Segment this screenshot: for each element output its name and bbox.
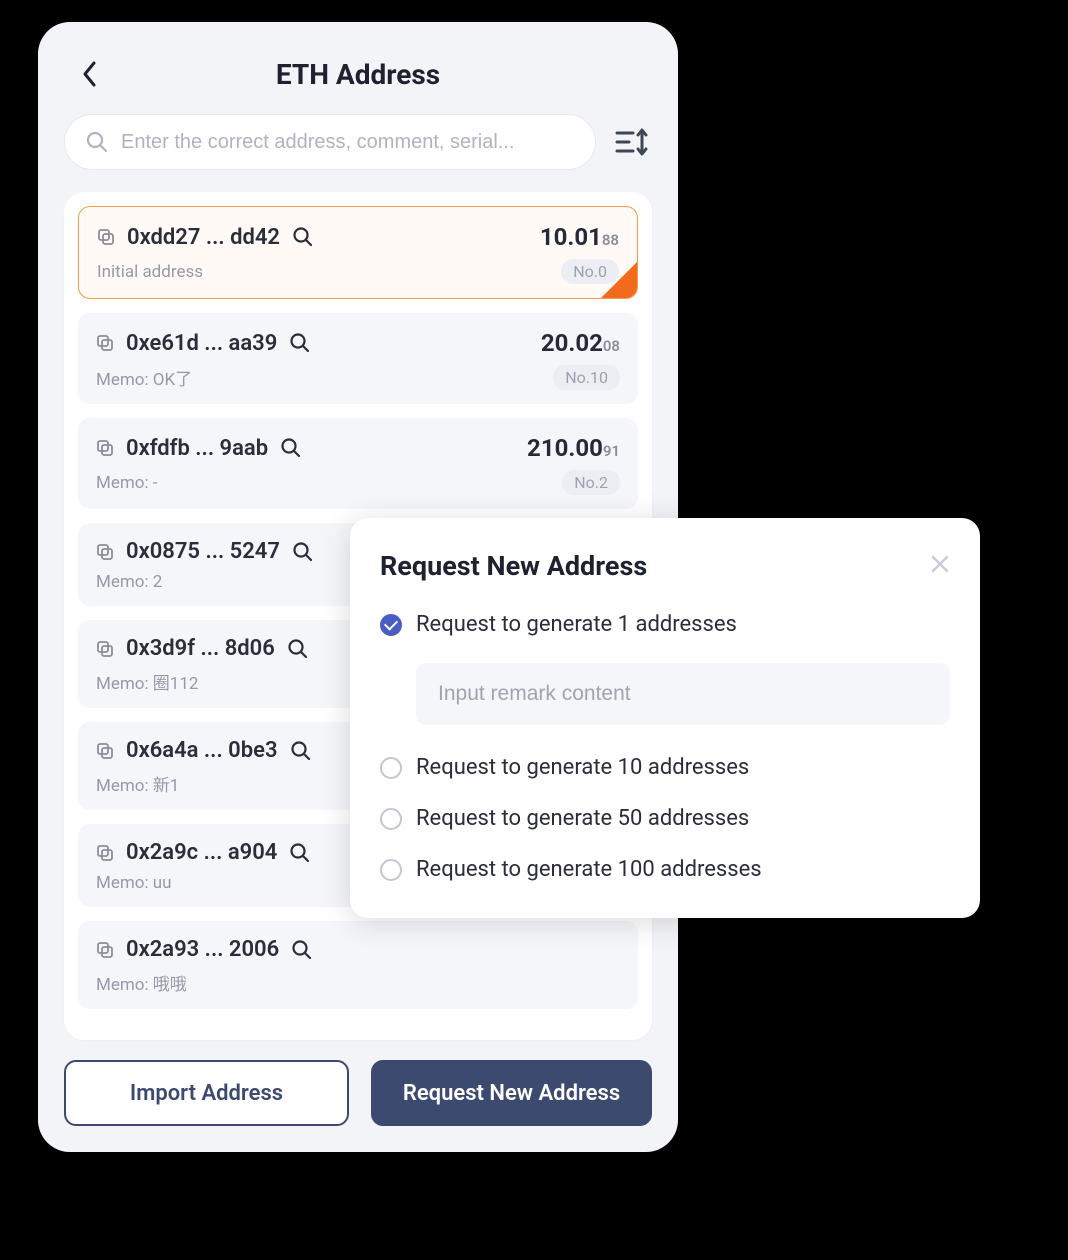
search-box[interactable] [64,114,596,170]
memo-text: Memo: uu [96,873,172,893]
generate-option[interactable]: Request to generate 10 addresses [380,755,950,780]
balance-main: 10.01 [540,223,602,251]
copy-icon [96,334,114,352]
memo-text: Memo: 哦哦 [96,970,187,995]
serial-badge: No.10 [553,365,620,390]
page-title: ETH Address [276,58,440,91]
copy-icon [96,543,114,561]
address-text: 0xe61d ... aa39 [126,331,277,356]
modal-option-list: Request to generate 1 addresses Request t… [380,612,950,882]
radio-unchecked-icon [380,757,402,779]
remark-input[interactable] [438,682,928,706]
close-icon [930,554,950,574]
magnify-icon [289,842,311,864]
request-new-address-modal: Request New Address Request to generate … [350,518,980,918]
address-text: 0x3d9f ... 8d06 [126,636,275,661]
request-new-address-button[interactable]: Request New Address [371,1060,652,1126]
radio-unchecked-icon [380,859,402,881]
copy-icon [96,844,114,862]
modal-close-button[interactable] [930,553,950,579]
header: ETH Address [64,50,652,98]
magnify-icon [280,437,302,459]
copy-icon [96,742,114,760]
address-text: 0x2a93 ... 2006 [126,937,279,962]
magnify-icon [290,740,312,762]
copy-button[interactable] [96,439,114,457]
memo-text: Memo: 圈112 [96,669,198,694]
balance: 210.0091 [527,434,620,462]
inspect-button[interactable] [287,638,309,660]
balance-main: 210.00 [527,434,603,462]
balance-sub: 91 [603,442,620,460]
memo-text: Initial address [97,262,203,282]
address-text: 0xdd27 ... dd42 [127,225,280,250]
radio-checked-icon [380,614,402,636]
balance: 10.0188 [540,223,619,251]
inspect-button[interactable] [289,332,311,354]
address-item[interactable]: 0xe61d ... aa39 20.0208 Memo: OK了 No.10 [78,313,638,404]
address-text: 0xfdfb ... 9aab [126,436,268,461]
chevron-left-icon [82,61,98,87]
magnify-icon [289,332,311,354]
footer-actions: Import Address Request New Address [64,1060,652,1126]
option-label: Request to generate 1 addresses [416,612,737,637]
remark-input-container [416,663,950,725]
search-input[interactable] [121,131,575,154]
inspect-button[interactable] [290,740,312,762]
copy-button[interactable] [97,228,115,246]
generate-option[interactable]: Request to generate 100 addresses [380,857,950,882]
copy-button[interactable] [96,742,114,760]
generate-option[interactable]: Request to generate 1 addresses [380,612,950,637]
inspect-button[interactable] [289,842,311,864]
balance-sub: 08 [603,337,620,355]
balance-sub: 88 [602,231,619,249]
memo-text: Memo: - [96,473,158,493]
memo-text: Memo: 2 [96,572,162,592]
copy-icon [96,941,114,959]
selected-indicator [601,262,637,298]
sort-icon [615,127,649,157]
modal-header: Request New Address [380,550,950,582]
address-item[interactable]: 0xfdfb ... 9aab 210.0091 Memo: - No.2 [78,418,638,509]
inspect-button[interactable] [292,541,314,563]
inspect-button[interactable] [291,939,313,961]
search-row [64,114,652,170]
address-text: 0x6a4a ... 0be3 [126,738,278,763]
balance: 20.0208 [541,329,620,357]
back-button[interactable] [76,60,104,88]
inspect-button[interactable] [280,437,302,459]
copy-button[interactable] [96,334,114,352]
magnify-icon [287,638,309,660]
option-label: Request to generate 50 addresses [416,806,749,831]
serial-badge: No.2 [562,470,620,495]
modal-title: Request New Address [380,550,647,582]
address-text: 0x2a9c ... a904 [126,840,277,865]
magnify-icon [292,226,314,248]
magnify-icon [291,939,313,961]
copy-button[interactable] [96,844,114,862]
import-address-button[interactable]: Import Address [64,1060,349,1126]
radio-unchecked-icon [380,808,402,830]
copy-button[interactable] [96,941,114,959]
copy-icon [96,439,114,457]
copy-icon [97,228,115,246]
inspect-button[interactable] [292,226,314,248]
memo-text: Memo: OK了 [96,365,192,390]
option-label: Request to generate 10 addresses [416,755,749,780]
address-item[interactable]: 0x2a93 ... 2006 Memo: 哦哦 [78,921,638,1009]
magnify-icon [292,541,314,563]
search-icon [85,130,109,154]
copy-icon [96,640,114,658]
generate-option[interactable]: Request to generate 50 addresses [380,806,950,831]
sort-button[interactable] [612,122,652,162]
copy-button[interactable] [96,640,114,658]
copy-button[interactable] [96,543,114,561]
memo-text: Memo: 新1 [96,771,179,796]
address-item[interactable]: 0xdd27 ... dd4210.0188Initial addressNo.… [78,206,638,299]
balance-main: 20.02 [541,329,603,357]
address-text: 0x0875 ... 5247 [126,539,280,564]
option-label: Request to generate 100 addresses [416,857,762,882]
